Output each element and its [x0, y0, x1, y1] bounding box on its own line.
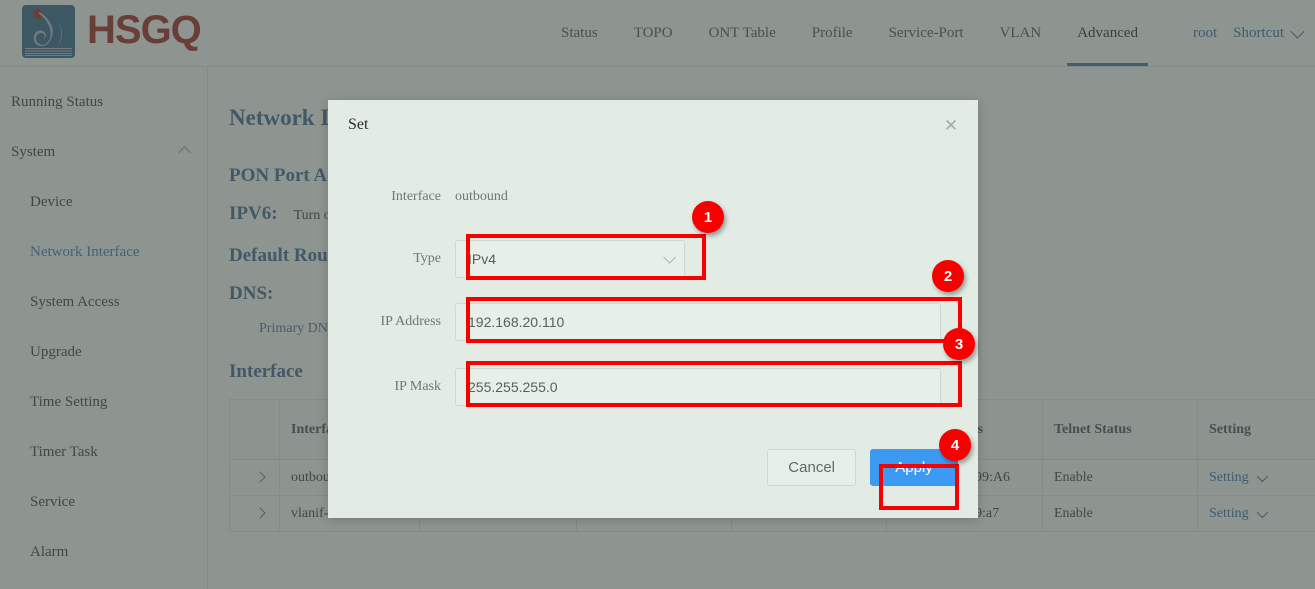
set-form: Interface outbound Type IPv4 IP Address … [328, 178, 978, 406]
ip-address-input[interactable]: 192.168.20.110 [455, 303, 941, 341]
interface-value: outbound [455, 189, 508, 205]
type-select-value: IPv4 [468, 251, 496, 267]
field-interface: Interface outbound [328, 178, 978, 216]
ip-address-input-value: 192.168.20.110 [468, 314, 564, 330]
ip-mask-input-value: 255.255.255.0 [468, 379, 558, 395]
dialog-footer: Cancel Apply [767, 449, 958, 486]
chevron-down-icon [663, 251, 676, 264]
set-dialog: Set ✕ ForoISP Interface outbound Type IP… [328, 100, 978, 518]
field-ip-mask: IP Mask 255.255.255.0 [328, 368, 978, 406]
interface-label: Interface [328, 189, 455, 205]
close-icon[interactable]: ✕ [942, 117, 960, 135]
field-type: Type IPv4 [328, 240, 978, 278]
type-select[interactable]: IPv4 [455, 240, 685, 278]
dialog-title: Set [348, 116, 368, 134]
ip-address-label: IP Address [328, 314, 455, 330]
type-label: Type [328, 251, 455, 267]
cancel-button[interactable]: Cancel [767, 449, 856, 486]
field-ip-address: IP Address 192.168.20.110 [328, 303, 978, 341]
apply-button[interactable]: Apply [870, 449, 958, 486]
ip-mask-label: IP Mask [328, 379, 455, 395]
ip-mask-input[interactable]: 255.255.255.0 [455, 368, 941, 406]
